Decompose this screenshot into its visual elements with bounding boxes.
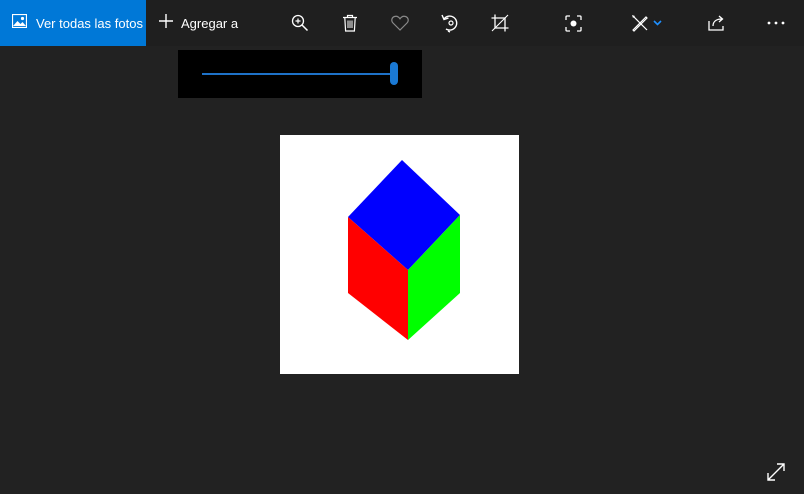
photo-viewer-image	[280, 135, 519, 374]
add-to-button[interactable]: Agregar a	[146, 0, 248, 46]
zoom-slider-thumb[interactable]	[390, 62, 398, 85]
cube-image	[280, 135, 519, 374]
photo-gallery-icon	[11, 13, 28, 33]
edit-create-button[interactable]	[622, 0, 670, 46]
delete-icon	[342, 14, 358, 32]
rotate-icon	[441, 13, 459, 33]
edit-create-icon	[631, 14, 649, 32]
plus-icon	[158, 13, 174, 34]
photos-app-window: Ver todas las fotos Agregar a	[0, 0, 804, 494]
enhance-icon	[564, 14, 582, 32]
delete-button[interactable]	[330, 0, 370, 46]
fullscreen-icon	[767, 462, 785, 486]
view-all-photos-label: Ver todas las fotos	[36, 15, 143, 31]
fullscreen-button[interactable]	[760, 458, 792, 490]
view-all-photos-button[interactable]: Ver todas las fotos	[0, 0, 146, 46]
more-icon	[767, 21, 785, 25]
enhance-button[interactable]	[553, 0, 593, 46]
add-to-label: Agregar a	[181, 15, 239, 31]
share-icon	[708, 15, 726, 31]
more-options-button[interactable]	[756, 0, 796, 46]
top-toolbar: Ver todas las fotos Agregar a	[0, 0, 804, 46]
zoom-icon	[291, 14, 309, 32]
favorite-icon	[391, 15, 409, 31]
favorite-button[interactable]	[380, 0, 420, 46]
zoom-slider-track[interactable]	[202, 73, 394, 75]
chevron-down-icon	[652, 20, 662, 26]
share-button[interactable]	[697, 0, 737, 46]
zoom-slider-panel	[178, 50, 422, 98]
rotate-button[interactable]	[430, 0, 470, 46]
crop-button[interactable]	[480, 0, 520, 46]
crop-icon	[491, 14, 509, 32]
zoom-button[interactable]	[280, 0, 320, 46]
